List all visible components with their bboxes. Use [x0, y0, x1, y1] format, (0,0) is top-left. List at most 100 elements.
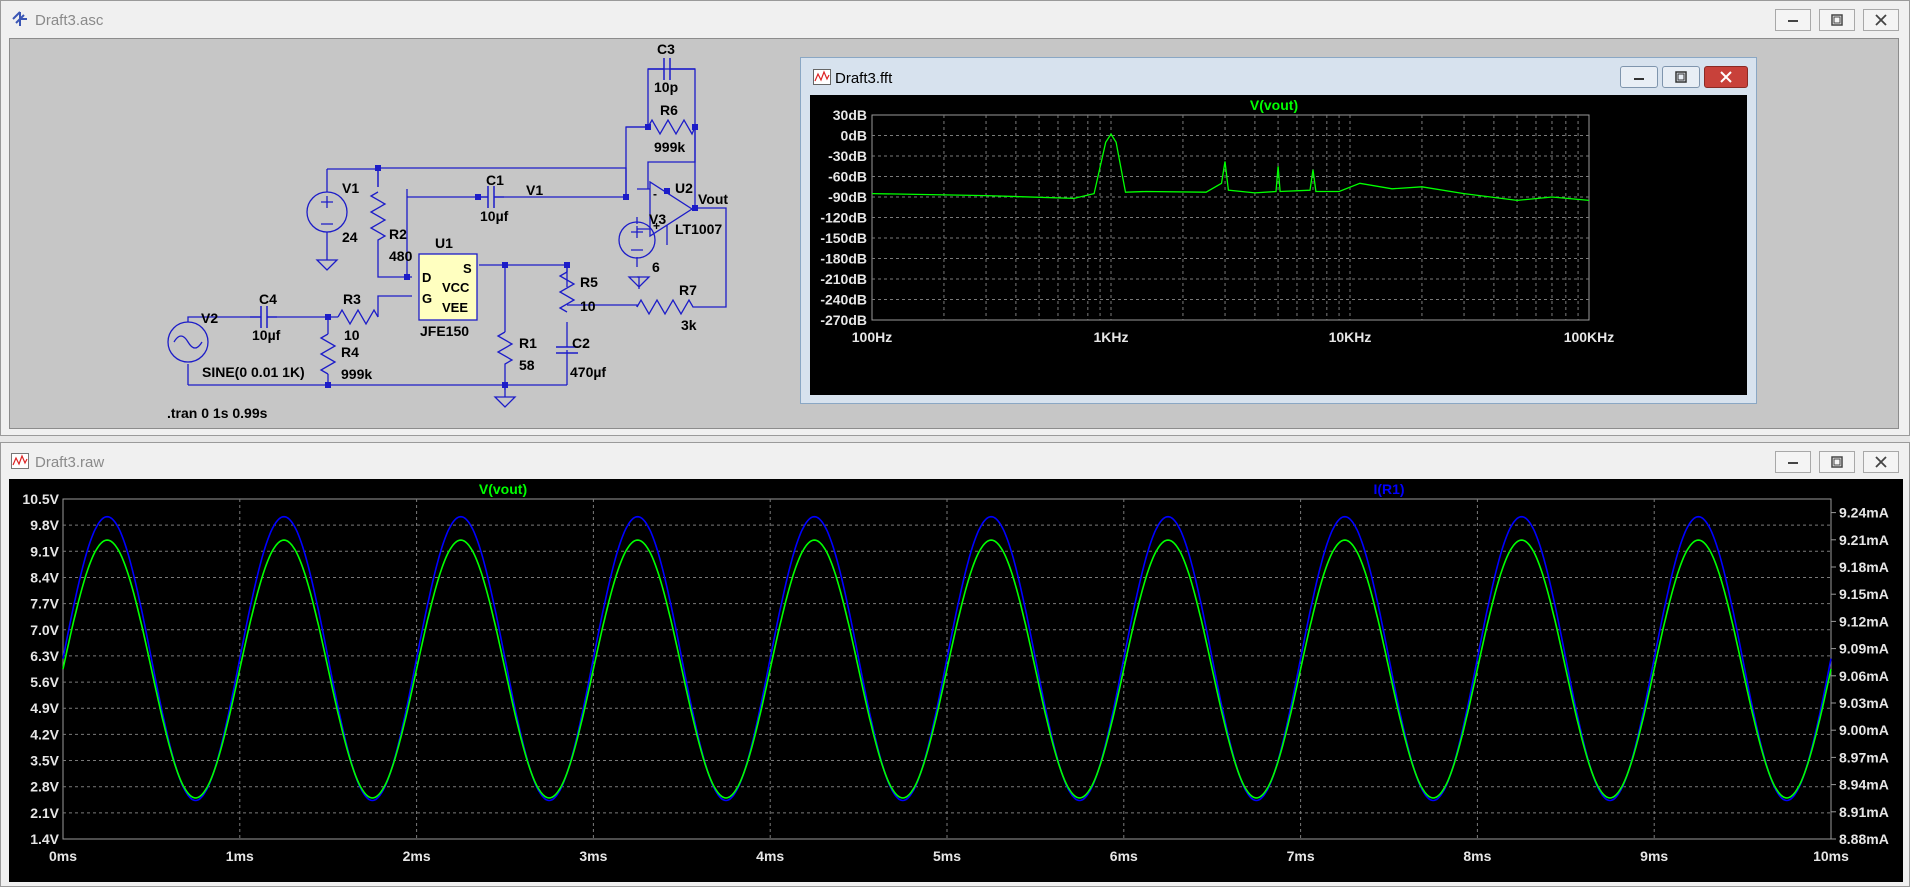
trace-label-vout[interactable]: V(vout)	[479, 481, 527, 497]
transient-x-tick: 4ms	[756, 848, 784, 864]
fft-window[interactable]: Draft3.fft V(vout) 30dB 0dB -30dB -60dB -90d…	[800, 57, 1757, 404]
fft-y-tick: -240dB	[820, 292, 867, 308]
minimize-icon	[1788, 462, 1798, 464]
svg-text:-: -	[653, 187, 657, 201]
fft-minimize-button[interactable]	[1620, 66, 1658, 88]
transient-x-tick: 9ms	[1640, 848, 1668, 864]
transient-x-ticks: 0ms 1ms 2ms 3ms 4ms 5ms 6ms 7ms 8ms 9ms 10ms	[49, 848, 1849, 864]
fft-y-tick: -270dB	[820, 312, 867, 328]
transient-x-tick: 3ms	[579, 848, 607, 864]
raw-close-button[interactable]	[1863, 451, 1899, 473]
transient-y-left-tick: 7.7V	[30, 596, 59, 612]
transient-chart: V(vout) I(R1) 10.5V 9.8V 9.1V 8.4V 7.7V 7.0V 6…	[22, 481, 1889, 864]
transient-y-right-tick: 9.15mA	[1839, 586, 1889, 602]
value-r2: 480	[389, 248, 413, 264]
minimize-icon	[1788, 20, 1798, 22]
waveform-window[interactable]: Draft3.raw V(vout) I(R1) 10.5V 9.8V 9.1V 8.…	[0, 442, 1910, 887]
value-v1: 24	[342, 229, 358, 245]
fft-y-tick: -210dB	[820, 271, 867, 287]
pin-vee: VEE	[442, 300, 468, 315]
label-r4: R4	[341, 344, 359, 360]
minimize-button[interactable]	[1775, 9, 1811, 31]
waveform-icon	[813, 69, 831, 90]
label-c1: C1	[486, 172, 504, 188]
raw-maximize-button[interactable]	[1819, 451, 1855, 473]
value-c4: 10µf	[252, 327, 281, 343]
transient-y-left-tick: 2.8V	[30, 779, 59, 795]
transient-x-tick: 7ms	[1287, 848, 1315, 864]
fft-trace	[871, 132, 1590, 202]
transient-y-left-tick: 1.4V	[30, 831, 59, 847]
fft-y-tick: -180dB	[820, 251, 867, 267]
minimize-icon	[1634, 78, 1644, 80]
label-v2: V2	[201, 310, 218, 326]
fft-close-button[interactable]	[1704, 66, 1748, 88]
fft-grid	[871, 114, 1590, 321]
raw-minimize-button[interactable]	[1775, 451, 1811, 473]
close-button[interactable]	[1863, 9, 1899, 31]
label-r7: R7	[679, 282, 697, 298]
value-v2: SINE(0 0.01 1K)	[202, 364, 305, 380]
fft-series-vout	[871, 132, 1590, 202]
trace-label-ir1[interactable]: I(R1)	[1373, 481, 1404, 497]
waveform-title: Draft3.raw	[35, 454, 105, 471]
transient-x-tick: 6ms	[1110, 848, 1138, 864]
waveform-icon	[11, 453, 29, 474]
fft-trace-label[interactable]: V(vout)	[1250, 97, 1298, 113]
fft-y-ticks: 30dB 0dB -30dB -60dB -90dB -120dB -150dB -180dB…	[820, 107, 867, 328]
label-r3: R3	[343, 291, 361, 307]
transient-y-left-ticks: 10.5V 9.8V 9.1V 8.4V 7.7V 7.0V 6.3V 5.6V 4.9V 4.2…	[22, 491, 59, 847]
transient-y-right-tick: 8.88mA	[1839, 831, 1889, 847]
value-c3: 10p	[654, 79, 678, 95]
waveform-plot-area[interactable]: V(vout) I(R1) 10.5V 9.8V 9.1V 8.4V 7.7V 7.0V 6…	[9, 479, 1903, 882]
netlabel-vout: Vout	[698, 191, 728, 207]
waveform-title-bar[interactable]: Draft3.raw	[1, 443, 1909, 479]
transient-y-right-tick: 9.06mA	[1839, 668, 1889, 684]
value-c1: 10µf	[480, 208, 509, 224]
transient-y-right-tick: 8.91mA	[1839, 804, 1889, 820]
transient-y-right-tick: 8.97mA	[1839, 749, 1889, 765]
value-u2: LT1007	[675, 221, 722, 237]
transient-y-right-tick: 9.24mA	[1839, 505, 1889, 521]
maximize-button[interactable]	[1819, 9, 1855, 31]
close-icon	[1875, 456, 1887, 468]
fft-y-tick: 0dB	[841, 128, 867, 144]
transient-y-left-tick: 5.6V	[30, 674, 59, 690]
fft-x-tick: 100KHz	[1564, 329, 1615, 345]
value-u1: JFE150	[420, 323, 469, 339]
value-c2: 470µf	[570, 364, 606, 380]
value-r4: 999k	[341, 366, 372, 382]
fft-y-tick: -150dB	[820, 230, 867, 246]
label-r5: R5	[580, 274, 598, 290]
fft-y-tick: -60dB	[828, 169, 867, 185]
transient-x-tick: 10ms	[1813, 848, 1849, 864]
value-r1: 58	[519, 357, 535, 373]
fft-maximize-button[interactable]	[1662, 66, 1700, 88]
pin-g: G	[422, 291, 432, 306]
transient-y-left-tick: 8.4V	[30, 569, 59, 585]
label-r2: R2	[389, 226, 407, 242]
schematic-title-bar[interactable]: Draft3.asc	[1, 1, 1909, 37]
transient-y-left-tick: 9.1V	[30, 543, 59, 559]
fft-y-tick: -30dB	[828, 148, 867, 164]
fft-plot-area[interactable]: V(vout) 30dB 0dB -30dB -60dB -90dB -120dB -150…	[810, 95, 1747, 395]
label-v3: V3	[649, 211, 666, 227]
fft-x-ticks: 100Hz 1KHz 10KHz 100KHz	[852, 329, 1615, 345]
fft-y-tick: 30dB	[833, 107, 867, 123]
schematic-title: Draft3.asc	[35, 12, 104, 29]
label-u2: U2	[675, 180, 693, 196]
restore-icon	[1675, 71, 1687, 83]
transient-y-left-tick: 7.0V	[30, 622, 59, 638]
transient-y-left-tick: 10.5V	[22, 491, 59, 507]
resistors	[319, 118, 697, 375]
schematic-labels: V1 24 V2 SINE(0 0.01 1K) V3 6 C1 10µf C2…	[167, 41, 728, 421]
netlabel-v1: V1	[526, 182, 543, 198]
label-r1: R1	[519, 335, 537, 351]
label-c3: C3	[657, 41, 675, 57]
transient-y-left-tick: 2.1V	[30, 805, 59, 821]
pin-d: D	[422, 270, 431, 285]
value-r6: 999k	[654, 139, 685, 155]
fft-chart: V(vout) 30dB 0dB -30dB -60dB -90dB -120dB -150…	[820, 97, 1615, 345]
transient-y-right-tick: 9.00mA	[1839, 722, 1889, 738]
fft-title-bar[interactable]: Draft3.fft	[801, 58, 1756, 98]
